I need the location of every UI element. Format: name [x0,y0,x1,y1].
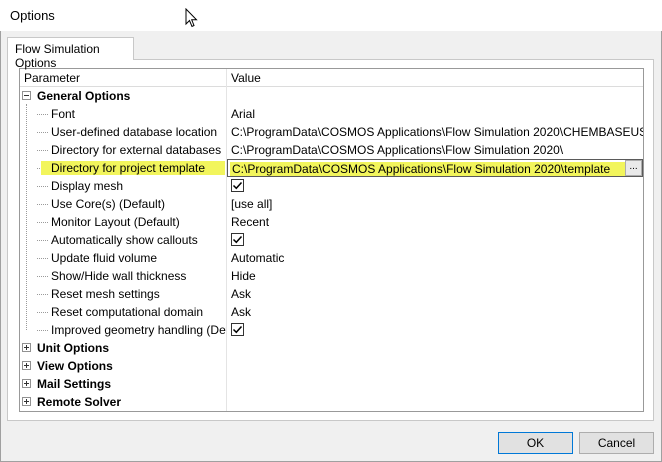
option-name: Improved geometry handling (Defau [51,323,227,337]
option-name: User-defined database location [51,125,218,139]
option-name: Monitor Layout (Default) [51,215,180,229]
options-grid[interactable]: Parameter Value General Options Font Aria… [19,68,644,412]
checkmark-icon [232,325,243,334]
expand-icon[interactable] [22,397,31,406]
checkmark-icon [232,181,243,190]
expand-icon[interactable] [22,343,31,352]
option-name: Directory for project template [41,161,226,175]
column-header-value: Value [231,71,261,85]
checkmark-icon [232,235,243,244]
group-label: General Options [37,89,131,103]
title-bar: Options [0,0,662,31]
option-value: Hide [231,269,256,283]
group-collapsed[interactable]: Mail Settings [20,375,643,393]
option-row[interactable]: Improved geometry handling (Defau [20,321,643,339]
option-value: Arial [231,107,256,121]
ok-button[interactable]: OK [498,432,573,454]
browse-button[interactable]: ... [625,160,642,176]
tree-line [37,276,48,277]
checkbox[interactable] [231,323,244,336]
tree-line [37,132,48,133]
option-value: C:\ProgramData\COSMOS Applications\Flow … [231,143,564,157]
option-value: Ask [231,287,252,301]
tab-label: Flow Simulation Options [15,42,100,70]
group-label: Remote Solver [37,395,122,409]
option-row[interactable]: Automatically show callouts [20,231,643,249]
option-name: Directory for external databases [51,143,222,157]
group-collapsed[interactable]: Unit Options [20,339,643,357]
expand-icon[interactable] [22,361,31,370]
mouse-cursor-icon [185,8,198,28]
option-name: Automatically show callouts [51,233,198,247]
group-general-options[interactable]: General Options [20,87,643,105]
option-row[interactable]: Update fluid volume Automatic [20,249,643,267]
option-name: Font [51,107,76,121]
group-label: View Options [37,359,113,373]
tree-line [37,258,48,259]
option-row[interactable]: Directory for project template C:\Program… [20,159,643,177]
option-value: [use all] [231,197,273,211]
tab-flow-simulation-options[interactable]: Flow Simulation Options [7,37,134,70]
option-name: Update fluid volume [51,251,158,265]
option-row[interactable]: Show/Hide wall thickness Hide [20,267,643,285]
group-collapsed[interactable]: Remote Solver [20,393,643,411]
group-collapsed[interactable]: View Options [20,357,643,375]
option-name: Use Core(s) (Default) [51,197,166,211]
option-row[interactable]: Directory for external databases C:\Progr… [20,141,643,159]
grid-header: Parameter Value [20,69,643,87]
collapse-icon[interactable] [22,91,31,100]
tree-line [37,114,48,115]
option-value: Recent [231,215,270,229]
option-row[interactable]: Use Core(s) (Default) [use all] [20,195,643,213]
option-row[interactable]: User-defined database location C:\Program… [20,123,643,141]
option-name: Reset mesh settings [51,287,160,301]
tree-line [37,222,48,223]
column-header-parameter: Parameter [24,71,81,85]
option-value: Automatic [231,251,285,265]
cancel-button[interactable]: Cancel [579,432,654,454]
tree-line [37,204,48,205]
tree-line [37,186,48,187]
checkbox[interactable] [231,233,244,246]
option-name: Show/Hide wall thickness [51,269,187,283]
option-row[interactable]: Display mesh [20,177,643,195]
tree-line [37,330,48,331]
option-name: Display mesh [51,179,124,193]
option-value: C:\ProgramData\COSMOS Applications\Flow … [231,125,643,139]
option-value[interactable]: C:\ProgramData\COSMOS Applications\Flow … [230,162,642,176]
checkbox[interactable] [231,179,244,192]
window-title: Options [10,8,55,23]
group-label: Mail Settings [37,377,112,391]
option-row[interactable]: Reset computational domain Ask [20,303,643,321]
tree-line [37,312,48,313]
option-name: Reset computational domain [51,305,204,319]
option-value: Ask [231,305,252,319]
tree-line [37,240,48,241]
option-row[interactable]: Reset mesh settings Ask [20,285,643,303]
tree-line [37,294,48,295]
expand-icon[interactable] [22,379,31,388]
option-row[interactable]: Monitor Layout (Default) Recent [20,213,643,231]
option-row[interactable]: Font Arial [20,105,643,123]
tree-line [37,150,48,151]
group-label: Unit Options [37,341,109,355]
tab-panel: Parameter Value General Options Font Aria… [7,59,654,421]
